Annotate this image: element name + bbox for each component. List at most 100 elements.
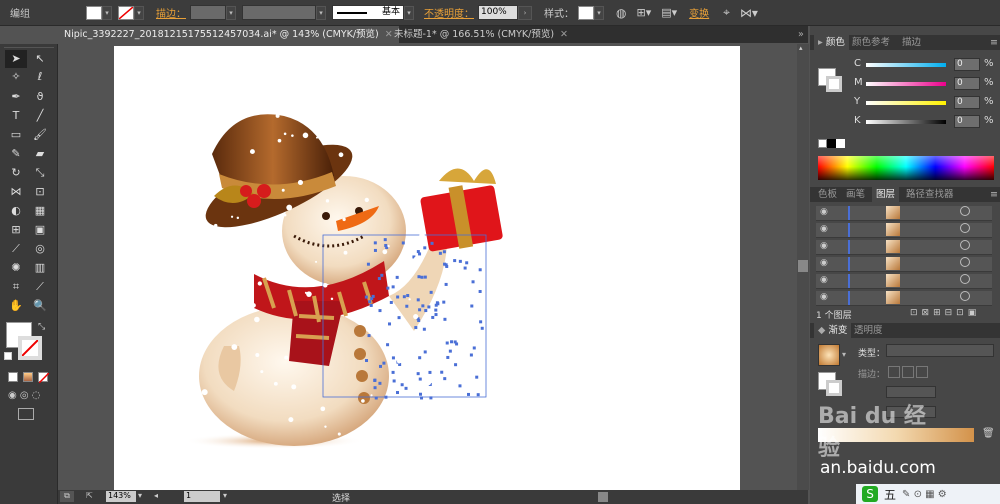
- symbol-sprayer-tool-icon[interactable]: ✺: [5, 259, 27, 277]
- anchor-point[interactable]: [428, 370, 432, 374]
- anchor-point[interactable]: [444, 282, 448, 286]
- gradient-mode-icon[interactable]: [23, 372, 33, 382]
- anchor-point[interactable]: [373, 241, 377, 245]
- yellow-slider[interactable]: [866, 101, 946, 105]
- anchor-point[interactable]: [440, 370, 444, 374]
- anchor-point[interactable]: [397, 316, 401, 320]
- stroke-style-field[interactable]: 基本: [332, 5, 404, 20]
- align-icon[interactable]: ⊞▾: [636, 6, 651, 19]
- anchor-point[interactable]: [392, 379, 396, 383]
- chevron-down-icon[interactable]: ▾: [594, 5, 604, 20]
- anchor-point[interactable]: [458, 259, 462, 263]
- anchor-point[interactable]: [382, 361, 386, 365]
- cyan-value[interactable]: 0: [954, 58, 980, 71]
- anchor-point[interactable]: [421, 304, 425, 308]
- anchor-point[interactable]: [366, 262, 370, 266]
- anchor-point[interactable]: [434, 313, 438, 317]
- anchor-point[interactable]: [423, 246, 427, 250]
- stroke-gradient-buttons[interactable]: [888, 366, 928, 378]
- anchor-point[interactable]: [378, 381, 382, 385]
- color-spectrum[interactable]: [818, 156, 994, 180]
- anchor-point[interactable]: [453, 340, 457, 344]
- anchor-point[interactable]: [472, 346, 476, 350]
- free-transform-tool-icon[interactable]: ⊡: [29, 183, 51, 201]
- gradient-angle-field[interactable]: [886, 386, 936, 398]
- artboard-number-field[interactable]: 1: [184, 491, 220, 502]
- stroke-swatch[interactable]: [118, 5, 134, 20]
- chevron-down-icon[interactable]: ▾: [316, 5, 326, 20]
- gradient-tool-icon[interactable]: ▣: [29, 221, 51, 239]
- anchor-point[interactable]: [414, 326, 418, 330]
- anchor-point[interactable]: [391, 370, 395, 374]
- prev-artboard-icon[interactable]: ◂: [154, 491, 158, 500]
- scale-tool-icon[interactable]: ⤡: [29, 164, 51, 182]
- align-options-icon[interactable]: ▤▾: [661, 6, 677, 19]
- chevron-down-icon[interactable]: ▾: [226, 5, 236, 20]
- anchor-point[interactable]: [422, 327, 426, 331]
- anchor-point[interactable]: [463, 266, 467, 270]
- anchor-point[interactable]: [401, 241, 405, 245]
- artboard-nav-icon[interactable]: ⧉: [60, 491, 74, 502]
- anchor-point[interactable]: [446, 355, 450, 359]
- chevron-down-icon[interactable]: ▾: [134, 5, 144, 20]
- tab-color-guide[interactable]: 颜色参考: [848, 35, 894, 50]
- sogou-icon[interactable]: S: [862, 486, 878, 502]
- zoom-field[interactable]: 143%: [106, 491, 136, 502]
- anchor-point[interactable]: [450, 340, 454, 344]
- anchor-point[interactable]: [458, 384, 462, 388]
- anchor-point[interactable]: [395, 275, 399, 279]
- tab-color[interactable]: ▸ 颜色: [814, 35, 849, 50]
- none-mode-icon[interactable]: [38, 372, 49, 383]
- panel-menu-icon[interactable]: ⋈▾: [740, 6, 758, 20]
- anchor-point[interactable]: [427, 305, 431, 309]
- close-icon[interactable]: ✕: [560, 29, 568, 40]
- delete-stop-icon[interactable]: 🗑: [982, 428, 995, 439]
- anchor-point[interactable]: [419, 392, 423, 396]
- default-colors-icon[interactable]: [4, 352, 12, 360]
- chevron-down-icon[interactable]: ▾: [102, 5, 112, 20]
- black-value[interactable]: 0: [954, 115, 980, 128]
- anchor-point[interactable]: [386, 286, 390, 290]
- anchor-point[interactable]: [435, 301, 439, 305]
- anchor-point[interactable]: [405, 304, 409, 308]
- chevron-right-icon[interactable]: ›: [518, 5, 532, 20]
- chevron-down-icon[interactable]: ▾: [223, 491, 227, 500]
- opacity-field[interactable]: 100%: [478, 5, 518, 20]
- gradient-preview[interactable]: [818, 344, 840, 366]
- anchor-point[interactable]: [478, 268, 482, 272]
- anchor-point[interactable]: [471, 280, 475, 284]
- anchor-point[interactable]: [475, 375, 479, 379]
- pen-tool-icon[interactable]: ✒: [5, 88, 27, 106]
- ime-tray-icons[interactable]: ✎ ⊙ ▦ ⚙: [902, 489, 947, 500]
- scroll-thumb[interactable]: [798, 260, 808, 272]
- gradient-type-select[interactable]: [886, 344, 994, 357]
- tab-layers[interactable]: 图层: [872, 187, 900, 202]
- anchor-point[interactable]: [396, 391, 400, 395]
- export-icon[interactable]: ⇱: [86, 491, 100, 502]
- anchor-point[interactable]: [373, 386, 377, 390]
- screen-mode-icon[interactable]: [18, 408, 34, 420]
- anchor-point[interactable]: [391, 285, 395, 289]
- anchor-point[interactable]: [386, 343, 390, 347]
- visibility-eye-icon[interactable]: ◉: [820, 258, 828, 268]
- rotate-tool-icon[interactable]: ↻: [5, 164, 27, 182]
- artboard-tool-icon[interactable]: ⌗: [5, 278, 27, 296]
- anchor-point[interactable]: [423, 350, 427, 354]
- style-swatch[interactable]: [578, 5, 594, 20]
- eyedropper-tool-icon[interactable]: ⟋: [5, 240, 27, 258]
- chevron-down-icon[interactable]: ▾: [404, 5, 414, 20]
- anchor-point[interactable]: [379, 364, 383, 368]
- mesh-tool-icon[interactable]: ⊞: [5, 221, 27, 239]
- anchor-point[interactable]: [383, 238, 387, 242]
- black-slider[interactable]: [866, 120, 946, 124]
- target-circle-icon[interactable]: [960, 206, 970, 216]
- panel-menu-icon[interactable]: ≡: [986, 187, 1000, 202]
- slice-tool-icon[interactable]: ⟋: [29, 278, 51, 296]
- anchor-point[interactable]: [424, 309, 428, 313]
- variable-width-field[interactable]: [242, 5, 316, 20]
- magenta-value[interactable]: 0: [954, 77, 980, 90]
- chevron-down-icon[interactable]: ▾: [138, 491, 142, 500]
- anchor-point[interactable]: [373, 248, 377, 252]
- anchor-point[interactable]: [418, 377, 422, 381]
- perspective-grid-tool-icon[interactable]: ▦: [29, 202, 51, 220]
